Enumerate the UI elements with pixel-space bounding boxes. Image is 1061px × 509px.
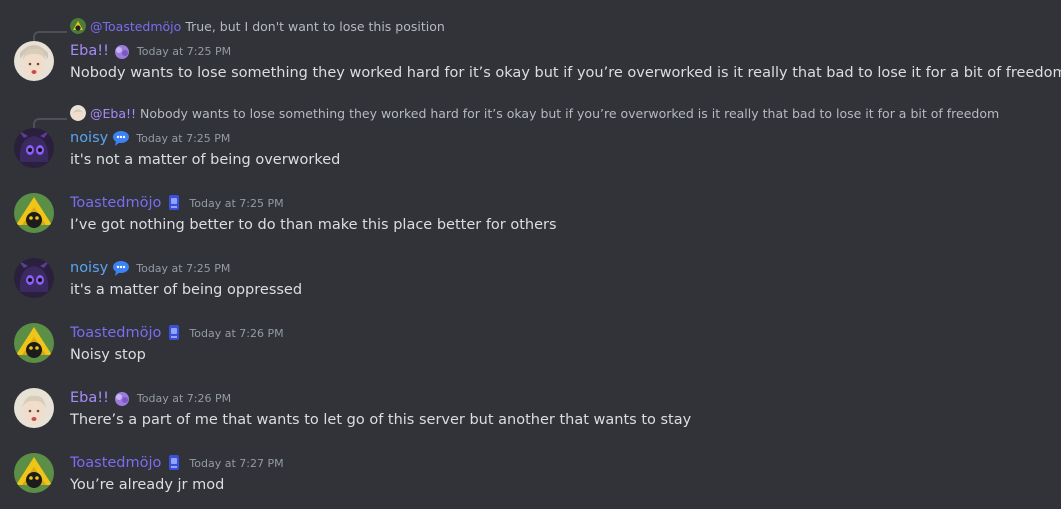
toastedmojo-mini-avatar xyxy=(70,18,86,34)
eba-avatar[interactable] xyxy=(14,388,54,428)
message-text: Noisy stop xyxy=(70,347,146,363)
author-name[interactable]: Eba!! xyxy=(70,43,109,59)
chat-bubble-badge-icon xyxy=(112,129,130,147)
reply-author[interactable]: @Eba!! xyxy=(90,106,136,121)
bubble-badge-icon xyxy=(113,389,131,407)
noisy-avatar[interactable] xyxy=(14,258,54,298)
reply-text: Nobody wants to lose something they work… xyxy=(140,105,1000,121)
message-header: Toastedmöjo Today at 7:27 PM xyxy=(70,454,284,472)
message-text: it's not a matter of being overworked xyxy=(70,152,341,168)
message-header: noisy Today at 7:25 PM xyxy=(70,259,230,277)
reply-preview[interactable]: @Eba!! Nobody wants to lose something th… xyxy=(70,105,999,121)
eba-mini-avatar xyxy=(70,105,86,121)
message-header: Eba!! Today at 7:25 PM xyxy=(70,42,231,60)
message-header: Toastedmöjo Today at 7:25 PM xyxy=(70,194,284,212)
reply-author[interactable]: @Toastedmöjo xyxy=(90,19,181,34)
card-badge-icon xyxy=(165,194,183,212)
message-text: Nobody wants to lose something they work… xyxy=(70,65,1061,81)
noisy-avatar[interactable] xyxy=(14,128,54,168)
author-name[interactable]: Toastedmöjo xyxy=(70,455,161,471)
toastedmojo-avatar[interactable] xyxy=(14,453,54,493)
message-text: There’s a part of me that wants to let g… xyxy=(70,412,692,428)
card-badge-icon xyxy=(165,454,183,472)
author-name[interactable]: Toastedmöjo xyxy=(70,195,161,211)
author-name[interactable]: Eba!! xyxy=(70,390,109,406)
message-header: Toastedmöjo Today at 7:26 PM xyxy=(70,324,284,342)
message-header: noisy Today at 7:25 PM xyxy=(70,129,230,147)
timestamp[interactable]: Today at 7:25 PM xyxy=(136,262,230,275)
timestamp[interactable]: Today at 7:25 PM xyxy=(137,45,231,58)
bubble-badge-icon xyxy=(113,42,131,60)
chat-bubble-badge-icon xyxy=(112,259,130,277)
timestamp[interactable]: Today at 7:26 PM xyxy=(189,327,283,340)
timestamp[interactable]: Today at 7:26 PM xyxy=(137,392,231,405)
timestamp[interactable]: Today at 7:27 PM xyxy=(189,457,283,470)
author-name[interactable]: noisy xyxy=(70,130,108,146)
toastedmojo-avatar[interactable] xyxy=(14,323,54,363)
message-text: I’ve got nothing better to do than make … xyxy=(70,217,557,233)
eba-avatar[interactable] xyxy=(14,41,54,81)
timestamp[interactable]: Today at 7:25 PM xyxy=(189,197,283,210)
author-name[interactable]: Toastedmöjo xyxy=(70,325,161,341)
message-text: it's a matter of being oppressed xyxy=(70,282,303,298)
message-header: Eba!! Today at 7:26 PM xyxy=(70,389,231,407)
timestamp[interactable]: Today at 7:25 PM xyxy=(136,132,230,145)
card-badge-icon xyxy=(165,324,183,342)
reply-text: True, but I don't want to lose this posi… xyxy=(185,18,445,34)
author-name[interactable]: noisy xyxy=(70,260,108,276)
message-text: You’re already jr mod xyxy=(70,477,225,493)
reply-preview[interactable]: @Toastedmöjo True, but I don't want to l… xyxy=(70,18,445,34)
toastedmojo-avatar[interactable] xyxy=(14,193,54,233)
